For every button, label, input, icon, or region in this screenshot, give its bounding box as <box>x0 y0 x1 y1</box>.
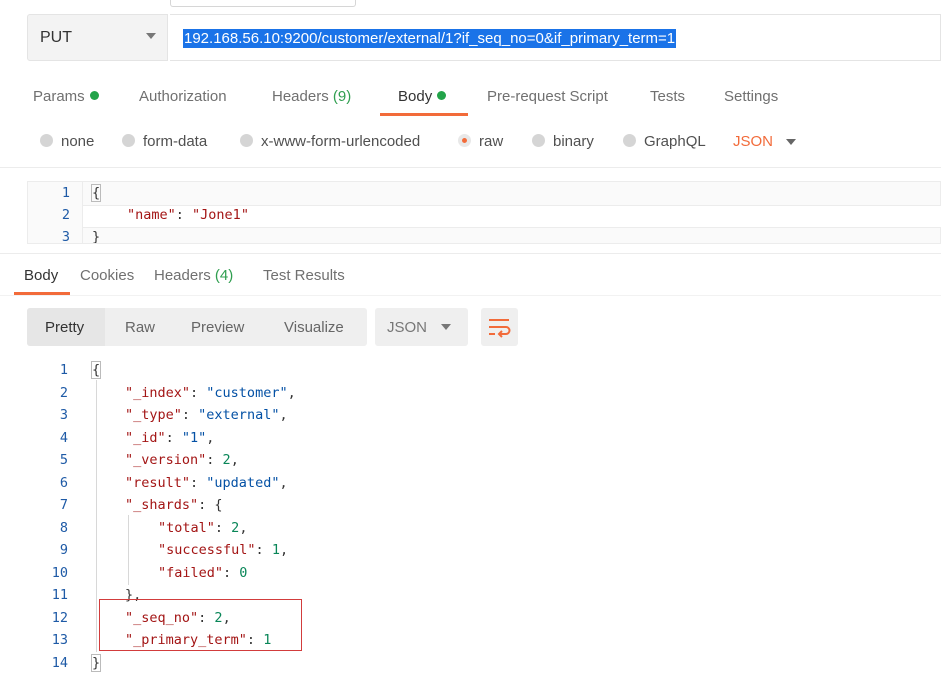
view-preview-button[interactable]: Preview <box>191 319 244 336</box>
code-line: "failed": 0 <box>158 565 248 581</box>
line-number: 9 <box>59 542 68 558</box>
line-number: 12 <box>51 610 68 626</box>
line-number: 2 <box>61 207 70 223</box>
radio-binary[interactable]: binary <box>532 133 594 150</box>
method-label: PUT <box>40 29 72 46</box>
radio-icon <box>623 134 636 147</box>
radio-selected-icon <box>458 134 471 147</box>
line-number: 1 <box>59 362 68 378</box>
line-number: 4 <box>59 430 68 446</box>
code-line: "_shards": { <box>125 497 223 513</box>
view-visualize-button[interactable]: Visualize <box>284 319 344 336</box>
tab-pre-request-script[interactable]: Pre-request Script <box>487 88 608 105</box>
line-number: 8 <box>59 520 68 536</box>
line-number: 11 <box>51 587 68 603</box>
indent-guide <box>96 380 97 652</box>
code-line: } <box>90 654 102 672</box>
line-number: 3 <box>61 229 70 245</box>
response-format-label: JSON <box>387 319 428 336</box>
gutter-divider <box>82 181 83 244</box>
code-line: { <box>90 184 102 202</box>
tab-cookies[interactable]: Cookies <box>80 267 134 284</box>
body-format-select[interactable]: JSON <box>733 133 773 150</box>
tab-test-results[interactable]: Test Results <box>263 267 345 284</box>
code-line: "successful": 1, <box>158 542 289 558</box>
line-number: 5 <box>59 452 68 468</box>
line-number: 7 <box>59 497 68 513</box>
radio-icon <box>40 134 53 147</box>
line-number: 1 <box>61 185 70 201</box>
status-dot-icon <box>437 91 447 100</box>
code-line: "name": "Jone1" <box>127 207 249 223</box>
wrap-lines-button[interactable] <box>481 308 518 346</box>
radio-form-data[interactable]: form-data <box>122 133 207 150</box>
view-pretty-button[interactable]: Pretty <box>45 319 84 336</box>
tab-authorization[interactable]: Authorization <box>139 88 227 105</box>
tab-body[interactable]: Body <box>398 88 447 105</box>
code-line: "_index": "customer", <box>125 385 296 401</box>
url-text[interactable]: 192.168.56.10:9200/customer/external/1?i… <box>183 29 677 48</box>
view-raw-button[interactable]: Raw <box>125 319 155 336</box>
chevron-down-icon[interactable] <box>786 139 796 145</box>
radio-none[interactable]: none <box>40 133 94 150</box>
chevron-down-icon[interactable] <box>146 33 156 39</box>
code-line: { <box>90 361 102 379</box>
line-number: 3 <box>59 407 68 423</box>
radio-icon <box>122 134 135 147</box>
tab-settings[interactable]: Settings <box>724 88 778 105</box>
code-line: "_id": "1", <box>125 430 215 446</box>
radio-icon <box>240 134 253 147</box>
tab-response-body[interactable]: Body <box>24 267 58 284</box>
tooltip-stub <box>170 0 356 7</box>
divider <box>0 253 941 254</box>
divider <box>0 295 941 296</box>
line-number: 14 <box>51 655 68 671</box>
active-tab-indicator <box>380 113 468 116</box>
line-number: 13 <box>51 632 68 648</box>
tab-params[interactable]: Params <box>33 88 99 105</box>
code-line: "result": "updated", <box>125 475 288 491</box>
tab-tests[interactable]: Tests <box>650 88 685 105</box>
radio-x-www-form-urlencoded[interactable]: x-www-form-urlencoded <box>240 133 420 150</box>
line-number: 6 <box>59 475 68 491</box>
code-line: } <box>92 229 101 243</box>
code-line: "_type": "external", <box>125 407 288 423</box>
line-number: 2 <box>59 385 68 401</box>
indent-guide <box>128 515 129 585</box>
code-line: "_version": 2, <box>125 452 239 468</box>
annotation-highlight-box <box>99 599 302 651</box>
divider <box>0 167 941 168</box>
radio-graphql[interactable]: GraphQL <box>623 133 706 150</box>
code-line: "total": 2, <box>158 520 248 536</box>
line-number: 10 <box>51 565 68 581</box>
wrap-lines-icon <box>489 319 511 338</box>
tab-headers[interactable]: Headers (9) <box>272 88 351 105</box>
chevron-down-icon[interactable] <box>441 324 451 330</box>
radio-icon <box>532 134 545 147</box>
radio-raw[interactable]: raw <box>458 133 503 150</box>
status-dot-icon <box>89 91 99 100</box>
tab-response-headers[interactable]: Headers (4) <box>154 267 233 284</box>
